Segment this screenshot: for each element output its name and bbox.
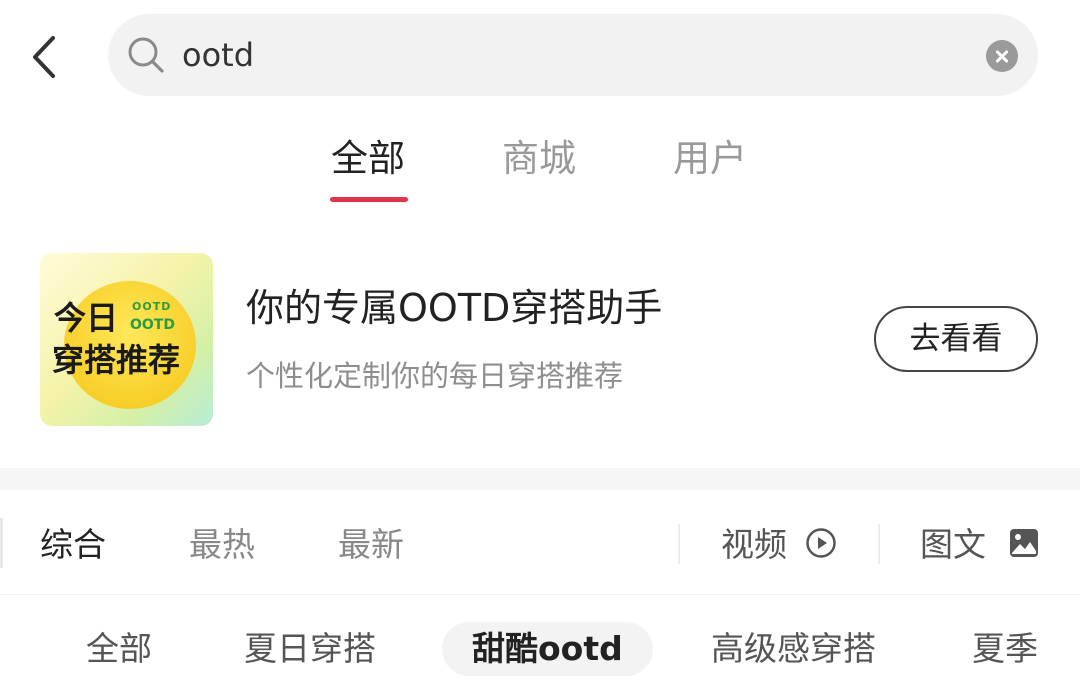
promo-thumbnail[interactable]: 今日 OOTD OOTD 穿搭推荐 [40,253,213,426]
play-icon[interactable] [805,527,837,559]
sort-hottest[interactable]: 最热 [189,522,255,568]
sort-newest[interactable]: 最新 [338,522,404,568]
sort-comprehensive[interactable]: 综合 [40,522,106,568]
search-input[interactable] [182,28,962,82]
promo-description: 个性化定制你的每日穿搭推荐 [246,359,624,393]
thumb-badge: OOTD [130,317,175,333]
promo-go-button[interactable]: 去看看 [874,306,1038,372]
tag-summer[interactable]: 夏季 [972,622,1038,676]
tag-premium-outfit[interactable]: 高级感穿搭 [711,622,876,676]
search-bar[interactable] [108,14,1038,96]
active-tab-indicator [330,197,408,202]
promo-title[interactable]: 你的专属OOTD穿搭助手 [246,284,662,332]
tab-users[interactable]: 用户 [673,134,747,184]
thumb-subtitle: OOTD [132,300,172,313]
filter-divider [878,524,880,564]
chevron-left-icon [33,36,55,78]
tag-summer-outfit[interactable]: 夏日穿搭 [244,622,376,676]
image-icon[interactable] [1008,527,1040,559]
back-button[interactable] [22,30,70,86]
filter-image-text[interactable]: 图文 [920,522,986,568]
tag-all[interactable]: 全部 [86,622,152,676]
row-divider [0,594,1080,595]
thumb-title-line2: 穿搭推荐 [52,341,181,379]
clear-search-button[interactable] [986,40,1018,72]
sort-divider [678,524,680,564]
sort-bar-edge [0,518,3,568]
section-separator [0,468,1080,490]
tab-all[interactable]: 全部 [331,134,405,184]
filter-video[interactable]: 视频 [721,522,787,568]
tab-mall[interactable]: 商城 [502,134,576,184]
tag-sweet-cool-ootd[interactable]: 甜酷ootd [442,622,653,676]
thumb-title-line1: 今日 [54,299,119,337]
search-icon [128,37,164,73]
